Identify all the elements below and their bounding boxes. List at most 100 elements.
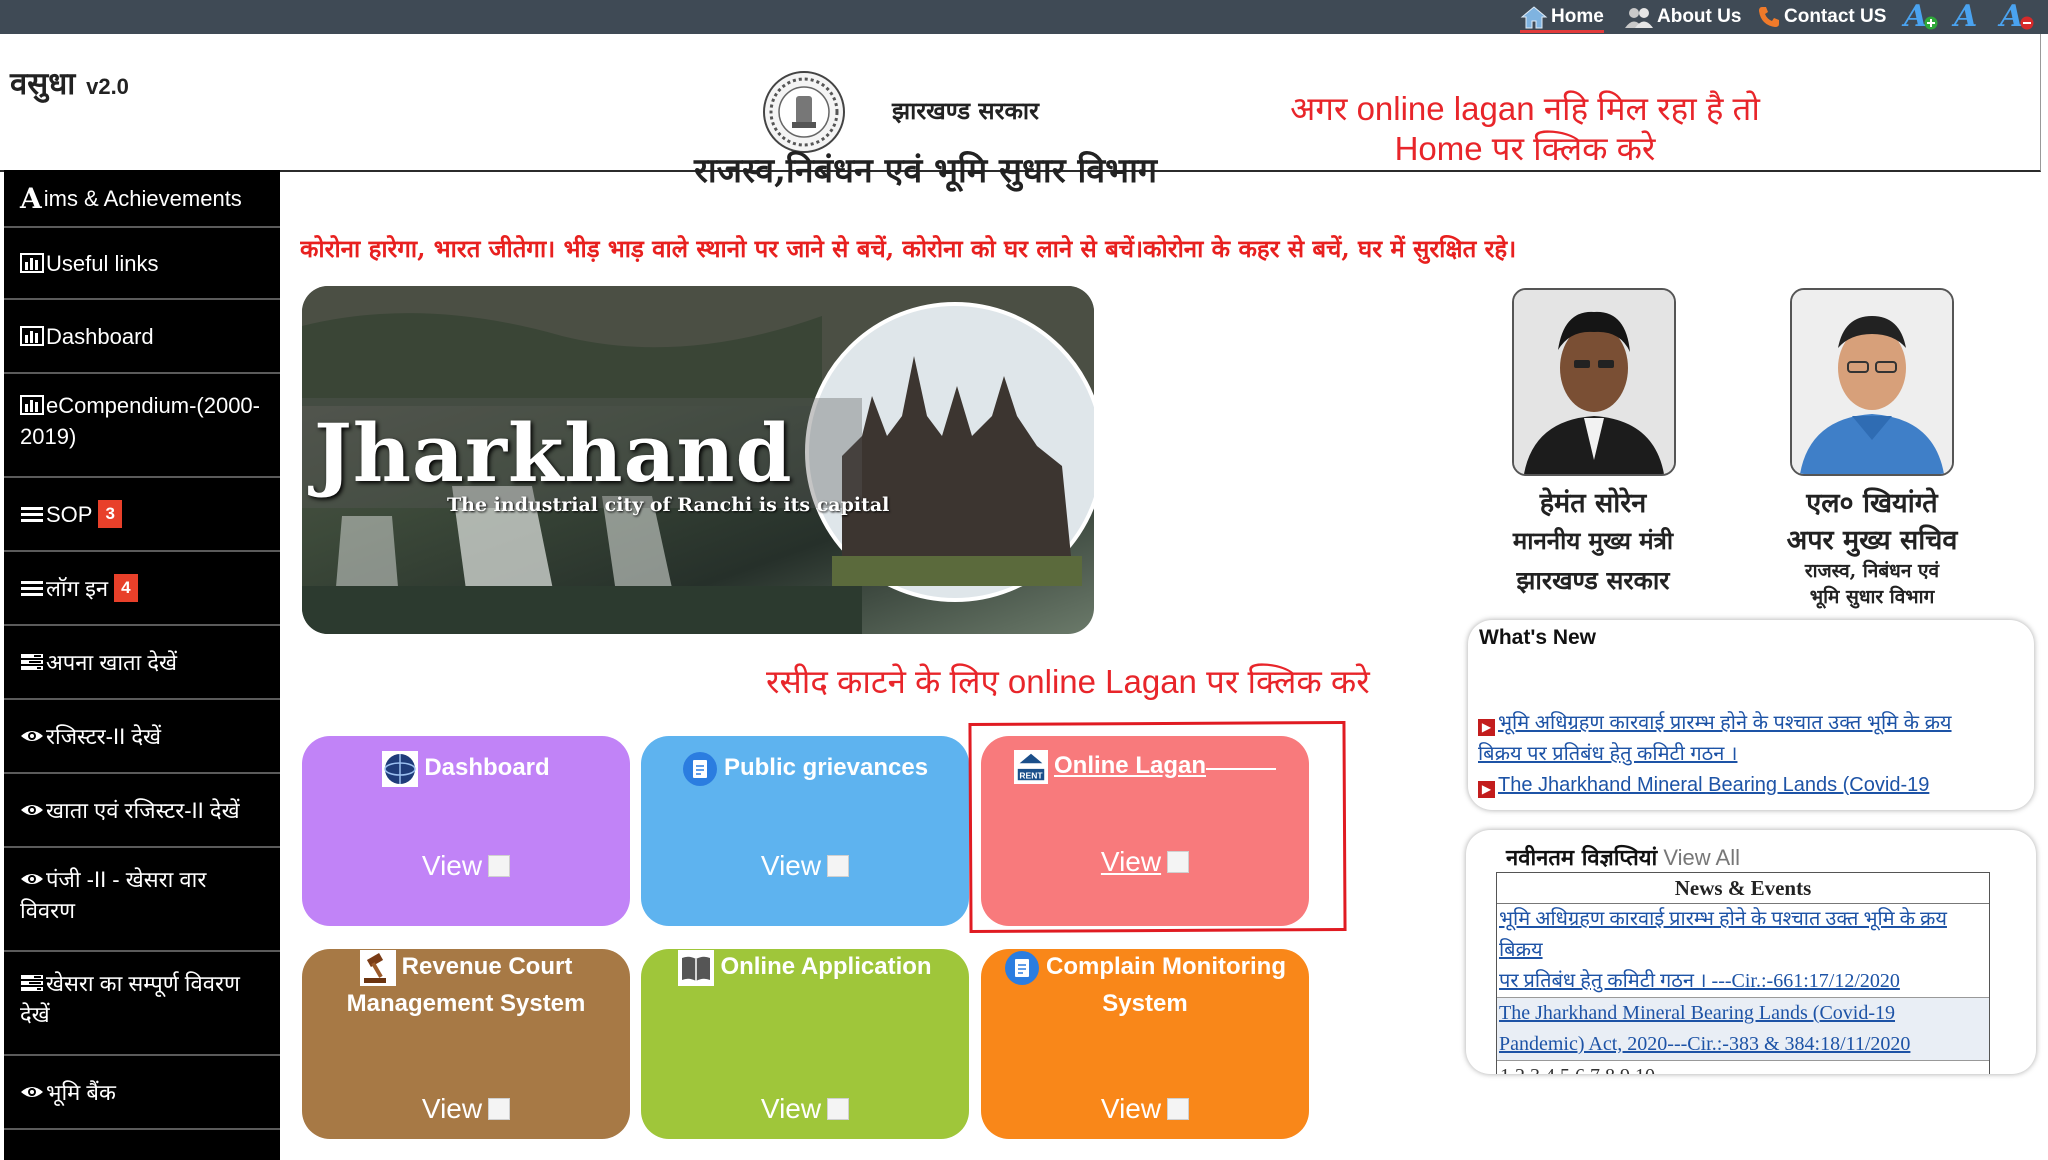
tile-revenue-court[interactable]: Revenue Court Management System View (302, 949, 630, 1139)
nav-contact-link[interactable]: Contact US (1757, 4, 1886, 30)
sidebar-item-khata-register[interactable]: खाता एवं रजिस्टर-II देखें (4, 774, 280, 848)
dashboard-globe-icon (382, 750, 419, 787)
news-row-line1: भूमि अधिग्रहण कारवाई प्रारम्भ होने के पश… (1499, 908, 1947, 961)
font-decrease-button[interactable]: A (2000, 2, 2034, 32)
view-label: View (760, 850, 822, 881)
news-heading: नवीनतम विज्ञप्तियां View All (1506, 842, 1740, 872)
news-view-all-link[interactable]: View All (1663, 845, 1740, 870)
home-icon (1520, 6, 1548, 29)
sidebar-item-label: SOP (46, 501, 93, 527)
tile-title: Online Application (641, 949, 969, 986)
sidebar-item-aims[interactable]: A ims & Achievements (4, 170, 280, 228)
sidebar-item-label: Dashboard (46, 323, 154, 349)
logo-text: वसुधा (10, 66, 76, 102)
chevron-right-icon: ▶ (1478, 781, 1495, 798)
complaint-document-icon (1005, 950, 1040, 985)
sidebar-item-label: खेसरा का सम्पूर्ण विवरण देखें (20, 971, 240, 1027)
sidebar-item-label: रजिस्टर-II देखें (46, 723, 162, 749)
banner-title: Jharkhand (314, 406, 793, 500)
corona-notice-marquee: कोरोना हारेगा, भारत जीतेगा। भीड़ भाड़ वा… (300, 234, 1517, 263)
sidebar-item-apna-khata[interactable]: अपना खाता देखें (4, 626, 280, 700)
grievance-document-icon (682, 751, 717, 786)
sidebar-item-sop[interactable]: SOP 3 (4, 478, 280, 552)
news-row-line2: पर प्रतिबंध हेतु कमिटी गठन । ---Cir.:-66… (1499, 970, 1900, 992)
news-table-header: News & Events (1497, 873, 1989, 904)
tile-revenue-court-label: Revenue Court (401, 953, 573, 980)
tile-dashboard[interactable]: Dashboard View (302, 736, 630, 926)
news-events-table: News & Events भूमि अधिग्रहण कारवाई प्रार… (1496, 872, 1990, 1074)
secretary-dept-line2: भूमि सुधार विभाग (1809, 586, 1935, 608)
sidebar-item-khesra-vivran[interactable]: खेसरा का सम्पूर्ण विवरण देखें (4, 952, 280, 1056)
tile-complain-monitoring-label: Complain Monitoring (1046, 953, 1286, 980)
sidebar-item-label: Useful links (46, 250, 159, 276)
book-icon (678, 949, 715, 986)
font-normal-button[interactable]: A (1954, 2, 1988, 32)
font-increase-button[interactable]: A (1904, 2, 1938, 32)
tile-view-link[interactable]: View (981, 1093, 1309, 1125)
sidebar-item-bhoomi-bank[interactable]: भूमि बैंक (4, 1056, 280, 1130)
tile-complain-monitoring[interactable]: Complain Monitoring System View (981, 949, 1309, 1139)
view-label: View (421, 1093, 483, 1124)
chief-minister-title: माननीय मुख्य मंत्री (1512, 526, 1674, 555)
nav-home-link[interactable]: Home (1520, 4, 1604, 33)
sidebar-item-label: ims & Achievements (43, 185, 242, 211)
tile-public-grievances[interactable]: Public grievances View (641, 736, 969, 926)
banner-subtitle: The industrial city of Ranchi is its cap… (447, 494, 890, 516)
whats-new-item[interactable]: ▶ भूमि अधिग्रहण कारवाई प्रारम्भ होने के प… (1478, 708, 1952, 770)
tile-title: Revenue Court Management System (302, 949, 630, 1022)
view-label: View (760, 1093, 822, 1124)
tile-view-link[interactable]: View (302, 850, 630, 882)
site-logo[interactable]: वसुधा v2.0 (10, 62, 129, 104)
tile-title: Public grievances (641, 750, 969, 787)
bar-chart-icon (20, 253, 44, 273)
sidebar-item-label: लॉग इन (46, 575, 109, 601)
tile-complain-monitoring-label-line2: System (1102, 989, 1188, 1017)
whats-new-panel: What's New ▶ भूमि अधिग्रहण कारवाई प्रारम्… (1468, 620, 2034, 810)
nav-contact-label: Contact US (1784, 6, 1887, 27)
sidebar-item-useful-links[interactable]: Useful links (4, 228, 280, 300)
broken-image-icon (488, 1098, 511, 1120)
whats-new-item[interactable]: ▶ The Jharkhand Mineral Bearing Lands (Co… (1478, 770, 1929, 801)
news-row[interactable]: The Jharkhand Mineral Bearing Lands (Cov… (1497, 998, 1989, 1061)
sidebar-item-panji-khesra[interactable]: पंजी -II - खेसरा वार विवरण (4, 848, 280, 952)
sidebar-item-login[interactable]: लॉग इन 4 (4, 552, 280, 626)
secretary-photo (1790, 288, 1954, 476)
sidebar-item-dashboard[interactable]: Dashboard (4, 300, 280, 374)
list-icon (21, 581, 43, 596)
secretary-name: एल० खियांग्ते (1806, 488, 1938, 519)
eye-icon (21, 805, 43, 815)
annotation-top-line2: Home पर क्लिक करे (1394, 130, 1656, 167)
secretary-dept-line1: राजस्व, निबंधन एवं (1804, 560, 1940, 582)
sidebar-item-register-2[interactable]: रजिस्टर-II देखें (4, 700, 280, 774)
view-label: View (421, 850, 483, 881)
state-emblem-icon (763, 71, 845, 153)
news-heading-label: नवीनतम विज्ञप्तियां (1506, 845, 1658, 871)
sidebar-menu: A ims & Achievements Useful links Dashbo… (4, 170, 280, 1160)
site-header: वसुधा v2.0 झारखण्ड सरकार राजस्व,निबंधन ए… (0, 34, 2041, 191)
tile-view-link[interactable]: View (302, 1093, 630, 1125)
news-row[interactable]: भूमि अधिग्रहण कारवाई प्रारम्भ होने के पश… (1497, 904, 1989, 998)
nav-about-link[interactable]: About Us (1624, 4, 1741, 30)
portrait-image (1792, 290, 1952, 474)
tile-view-link[interactable]: View (641, 850, 969, 882)
tile-online-application[interactable]: Online Application View (641, 949, 969, 1139)
tile-dashboard-label: Dashboard (424, 754, 550, 781)
whats-new-item-line1: The Jharkhand Mineral Bearing Lands (Cov… (1498, 774, 1930, 796)
whats-new-item-line1: भूमि अधिग्रहण कारवाई प्रारम्भ होने के पश… (1498, 712, 1952, 734)
government-name: झारखण्ड सरकार (892, 96, 1039, 125)
phone-icon (1759, 7, 1779, 27)
chief-minister-photo (1512, 288, 1676, 476)
chief-minister-name: हेमंत सोरेन (1539, 488, 1647, 519)
broken-image-icon (827, 855, 850, 877)
whats-new-title: What's New (1479, 626, 1597, 649)
aims-prefix: A (20, 181, 42, 215)
annotation-top: अगर online lagan नहि मिल रहा है तो Home … (1240, 89, 1810, 169)
tile-view-link[interactable]: View (641, 1093, 969, 1125)
nav-about-label: About Us (1657, 6, 1742, 27)
news-pagination[interactable]: 1 2 3 4 5 6 7 8 9 10 ... (1497, 1061, 1989, 1074)
eye-icon (21, 731, 43, 741)
tasks-icon (21, 654, 43, 670)
bar-chart-icon (20, 326, 44, 346)
news-row-line2: Pandemic) Act, 2020---Cir.:-383 & 384:18… (1499, 1033, 1911, 1055)
sidebar-item-ecompendium[interactable]: eCompendium-(2000-2019) (4, 374, 280, 478)
